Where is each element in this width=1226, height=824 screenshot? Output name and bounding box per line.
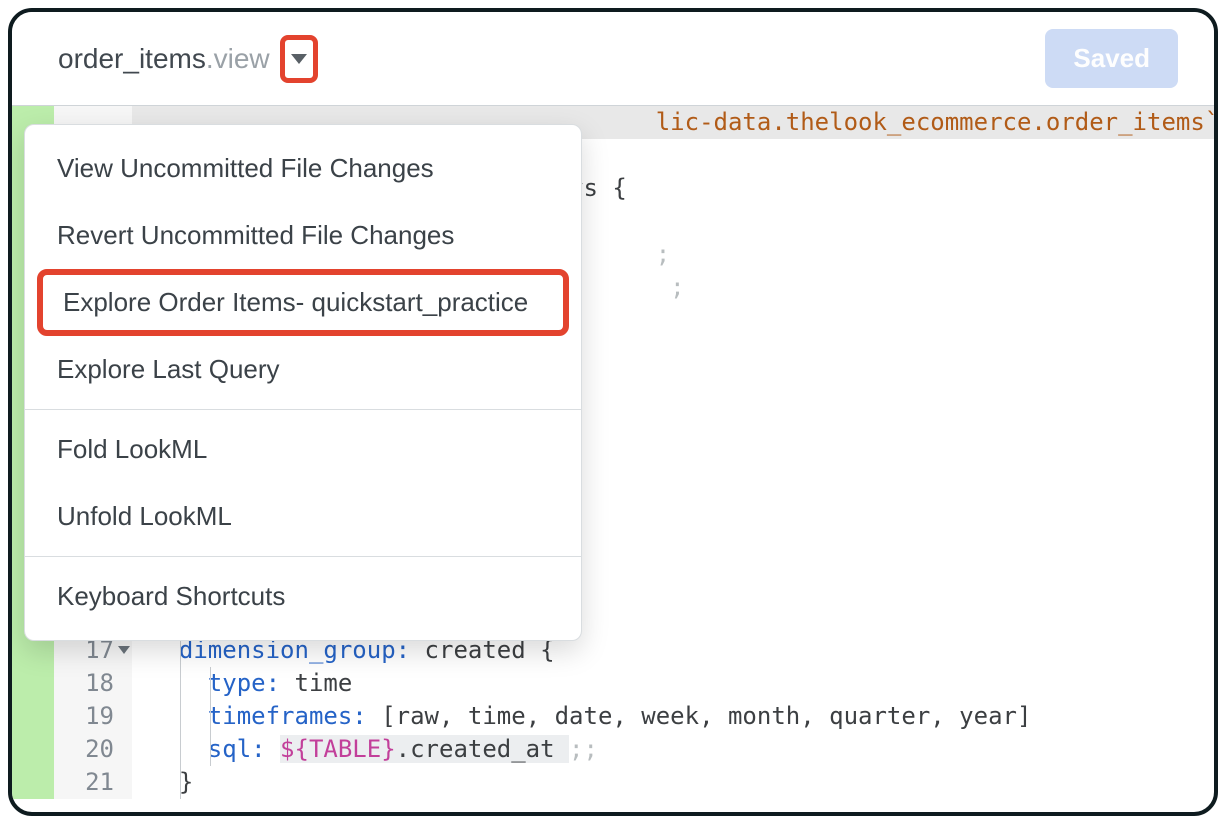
menu-item-view-uncommitted[interactable]: View Uncommitted File Changes <box>25 135 581 202</box>
line-number: 20 <box>54 733 132 766</box>
line-number: 18 <box>54 667 132 700</box>
menu-item-fold-lookml[interactable]: Fold LookML <box>25 416 581 483</box>
line-number: 19 <box>54 700 132 733</box>
code-line: 18 type: time <box>12 667 1214 700</box>
menu-item-keyboard-shortcuts[interactable]: Keyboard Shortcuts <box>25 563 581 630</box>
editor-frame: order_items.view Saved lic-data.thelook_… <box>8 8 1218 816</box>
caret-down-icon <box>291 54 307 64</box>
header-bar: order_items.view Saved <box>12 12 1214 106</box>
file-dropdown-menu: View Uncommitted File Changes Revert Unc… <box>24 124 582 641</box>
menu-item-revert-uncommitted[interactable]: Revert Uncommitted File Changes <box>25 202 581 269</box>
code-line: 20 sql: ${TABLE}.created_at ;; <box>12 733 1214 766</box>
saved-button[interactable]: Saved <box>1045 29 1178 88</box>
line-number: 21 <box>54 766 132 799</box>
menu-item-unfold-lookml[interactable]: Unfold LookML <box>25 483 581 550</box>
file-ext-text: .view <box>206 43 270 75</box>
code-line: 21 } <box>12 766 1214 799</box>
menu-item-explore-order-items[interactable]: Explore Order Items- quickstart_practice <box>37 269 569 336</box>
menu-item-explore-last-query[interactable]: Explore Last Query <box>25 336 581 403</box>
menu-divider <box>25 409 581 410</box>
file-dropdown-button[interactable] <box>280 35 318 83</box>
menu-divider <box>25 556 581 557</box>
file-title: order_items.view <box>58 35 318 83</box>
file-name-text: order_items <box>58 43 206 75</box>
code-line: 19 timeframes: [raw, time, date, week, m… <box>12 700 1214 733</box>
